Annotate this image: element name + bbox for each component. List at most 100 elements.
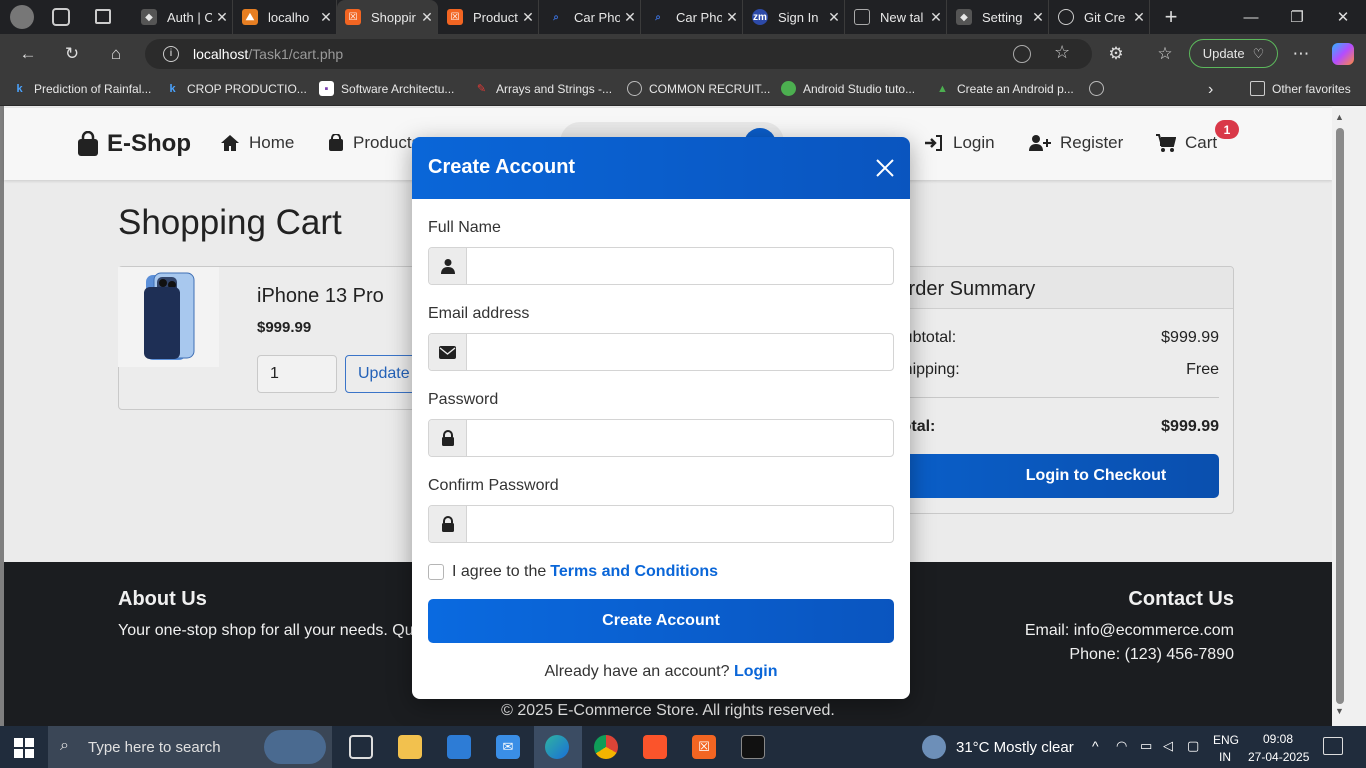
site-info-icon[interactable]: i	[163, 46, 179, 62]
bookmark-item[interactable]: ▪ Software Architectu...	[319, 81, 454, 96]
bookmark-item[interactable]: k CROP PRODUCTIO...	[165, 81, 306, 96]
tab-product[interactable]: ☒ Product ✕	[439, 0, 539, 34]
password-field[interactable]	[428, 419, 894, 457]
chrome-icon[interactable]	[594, 735, 618, 759]
browser-update-button[interactable]: Update ♡	[1189, 39, 1278, 68]
tab-sign-in[interactable]: zm Sign In ✕	[744, 0, 845, 34]
close-tab-icon[interactable]: ✕	[1129, 9, 1149, 26]
brand-logo[interactable]: E-Shop	[77, 130, 191, 158]
close-tab-icon[interactable]: ✕	[824, 9, 844, 26]
brave-icon[interactable]	[643, 735, 667, 759]
tab-localhost[interactable]: ⛰ localho ✕	[234, 0, 337, 34]
minimize-icon[interactable]: —	[1228, 0, 1274, 34]
address-bar[interactable]: i localhost/Task1/cart.php ☆	[145, 39, 1092, 69]
close-tab-icon[interactable]: ✕	[417, 9, 437, 26]
extensions-icon[interactable]: ⚙	[1104, 42, 1128, 66]
other-favorites[interactable]: Other favorites	[1250, 81, 1351, 96]
full-name-field[interactable]	[428, 247, 894, 285]
nav-cart[interactable]: Cart	[1156, 133, 1217, 153]
password-input[interactable]	[469, 420, 889, 456]
close-window-icon[interactable]: ✕	[1320, 0, 1366, 34]
network-icon[interactable]: ◠	[1116, 738, 1127, 754]
taskbar-search-box[interactable]: ⌕ Type here to search	[48, 726, 332, 768]
close-tab-icon[interactable]: ✕	[1028, 9, 1048, 26]
scroll-down-icon[interactable]: ▼	[1335, 706, 1344, 716]
close-tab-icon[interactable]: ✕	[518, 9, 538, 26]
nav-register[interactable]: Register	[1029, 133, 1123, 153]
copilot-icon[interactable]	[1332, 43, 1354, 65]
tray-overflow-icon[interactable]: ^	[1092, 738, 1099, 754]
task-view-icon[interactable]	[349, 735, 373, 759]
close-tab-icon[interactable]: ✕	[926, 9, 946, 26]
tab-new-tab[interactable]: New tal ✕	[846, 0, 947, 34]
language-top[interactable]: ENG	[1213, 733, 1239, 747]
workspaces-icon[interactable]	[52, 8, 70, 26]
more-menu-icon[interactable]: ⋯	[1289, 42, 1313, 66]
tab-auth[interactable]: ◆ Auth | C ✕	[133, 0, 233, 34]
home-icon[interactable]: ⌂	[104, 42, 128, 66]
refresh-icon[interactable]: ↻	[60, 42, 84, 66]
mail-icon[interactable]: ✉	[496, 735, 520, 759]
nav-login[interactable]: Login	[924, 133, 995, 153]
edge-icon[interactable]	[545, 735, 569, 759]
terminal-icon[interactable]	[741, 735, 765, 759]
file-explorer-icon[interactable]	[398, 735, 422, 759]
confirm-password-field[interactable]	[428, 505, 894, 543]
bookmark-item[interactable]: Android Studio tuto...	[781, 81, 915, 96]
notifications-icon[interactable]	[1323, 737, 1343, 755]
profile-avatar[interactable]	[10, 5, 34, 29]
login-link[interactable]: Login	[734, 663, 778, 680]
tab-shopping[interactable]: ☒ Shoppir ✕	[337, 0, 438, 34]
close-tab-icon[interactable]: ✕	[316, 9, 336, 26]
terms-link[interactable]: Terms and Conditions	[550, 563, 718, 581]
back-icon[interactable]: ←	[16, 42, 40, 66]
bookmark-item[interactable]: COMMON RECRUIT...	[627, 81, 770, 96]
display-icon[interactable]: ▢	[1187, 738, 1199, 754]
microsoft-store-icon[interactable]	[447, 735, 471, 759]
globe-icon	[1058, 9, 1074, 25]
read-aloud-icon[interactable]	[1013, 45, 1031, 63]
battery-icon[interactable]: ▭	[1140, 738, 1152, 754]
terms-checkbox[interactable]	[428, 564, 444, 580]
full-name-input[interactable]	[469, 248, 889, 284]
email-input[interactable]	[469, 334, 889, 370]
login-to-checkout-button[interactable]: Login to Checkout	[893, 454, 1219, 498]
windows-start-icon[interactable]	[14, 738, 34, 758]
scrollbar-thumb[interactable]	[1336, 128, 1344, 704]
tab-settings[interactable]: ◆ Setting ✕	[948, 0, 1049, 34]
tab-car-photos-1[interactable]: ⌕ Car Pho ✕	[540, 0, 641, 34]
create-account-button[interactable]: Create Account	[428, 599, 894, 643]
close-tab-icon[interactable]: ✕	[620, 9, 640, 26]
email-field[interactable]	[428, 333, 894, 371]
close-icon[interactable]	[874, 157, 896, 179]
confirm-password-input[interactable]	[469, 506, 889, 542]
order-summary-title: Order Summary	[893, 278, 1036, 300]
tab-car-photos-2[interactable]: ⌕ Car Pho ✕	[642, 0, 743, 34]
bookmark-item[interactable]: ✎ Arrays and Strings -...	[474, 81, 612, 96]
clock-date[interactable]: 27-04-2025	[1248, 750, 1309, 764]
nav-home[interactable]: Home	[220, 133, 294, 153]
url-host: localhost	[193, 46, 249, 62]
volume-icon[interactable]: ◁	[1163, 738, 1173, 754]
language-bottom[interactable]: IN	[1219, 750, 1231, 764]
bookmark-item[interactable]: k Prediction of Rainfal...	[12, 81, 151, 96]
new-tab-icon[interactable]: +	[1150, 0, 1192, 34]
clock-time[interactable]: 09:08	[1263, 732, 1293, 746]
scroll-up-icon[interactable]: ▲	[1335, 112, 1344, 122]
bookmarks-overflow-icon[interactable]: ›	[1208, 81, 1213, 99]
tab-actions-icon[interactable]	[95, 9, 111, 24]
bookmark-item[interactable]: ▲ Create an Android p...	[935, 81, 1074, 96]
email-label: Email address	[428, 305, 530, 322]
weather-text[interactable]: 31°C Mostly clear	[956, 739, 1074, 756]
favorites-icon[interactable]: ☆	[1153, 42, 1177, 66]
favorite-star-icon[interactable]: ☆	[1054, 42, 1070, 63]
close-tab-icon[interactable]: ✕	[722, 9, 742, 26]
weather-icon[interactable]	[922, 735, 946, 759]
quantity-input[interactable]: 1	[257, 355, 337, 393]
xampp-icon[interactable]: ☒	[692, 735, 716, 759]
restore-icon[interactable]: ❐	[1274, 0, 1320, 34]
nav-products[interactable]: Products	[328, 133, 420, 153]
tab-git-credentials[interactable]: Git Cre ✕	[1050, 0, 1150, 34]
bookmark-item[interactable]	[1089, 81, 1104, 96]
close-tab-icon[interactable]: ✕	[212, 9, 232, 26]
